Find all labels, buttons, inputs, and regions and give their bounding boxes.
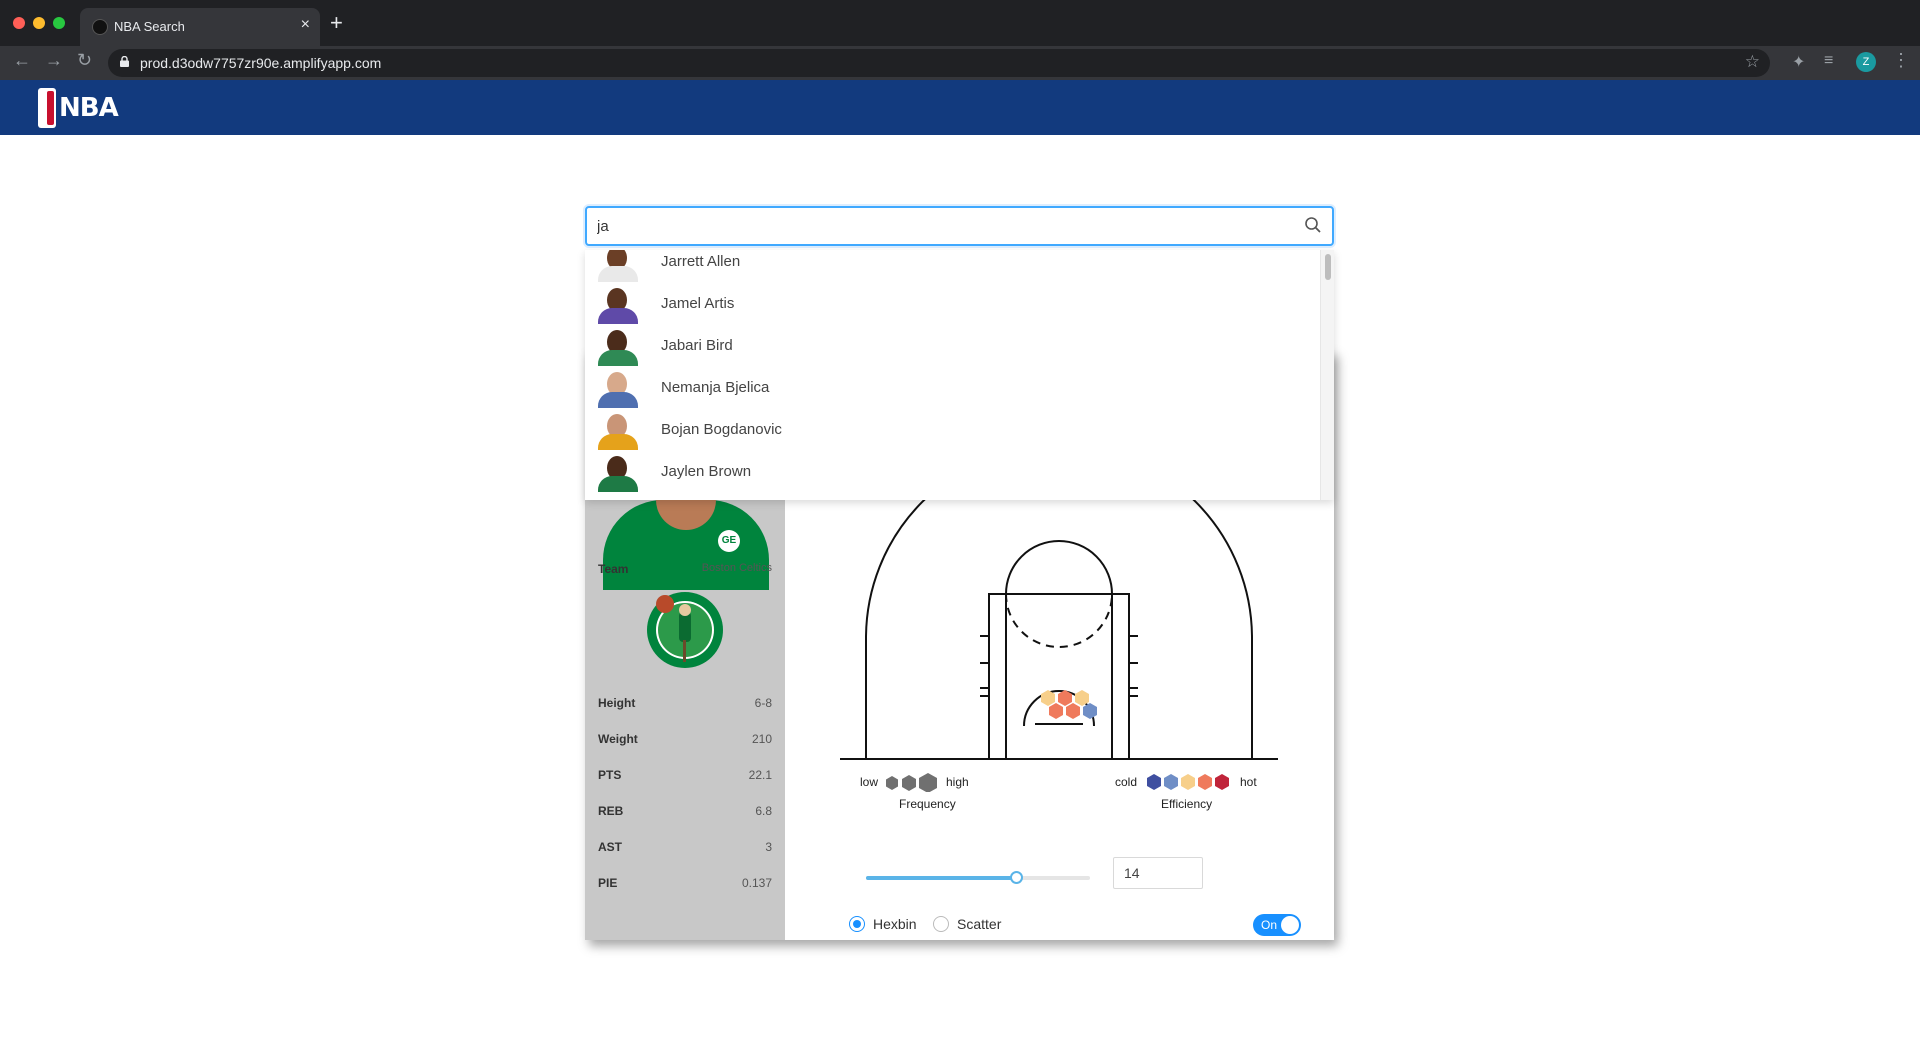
suggestion-item[interactable]: Jabari Bird — [585, 328, 1320, 370]
display-toggle[interactable]: On — [1253, 914, 1301, 936]
jersey-patch-icon: GE — [718, 530, 740, 552]
lock-icon — [120, 56, 129, 67]
search-input[interactable] — [597, 216, 1277, 236]
stat-label: REB — [598, 804, 624, 818]
frequency-low-label: low — [860, 775, 879, 789]
profile-avatar[interactable]: Z — [1856, 52, 1876, 72]
efficiency-legend-hexes — [1147, 774, 1229, 790]
toggle-label: On — [1261, 918, 1278, 932]
media-control-icon[interactable]: ≡ — [1824, 52, 1833, 70]
player-avatar — [597, 250, 639, 282]
celtics-logo-icon — [647, 592, 723, 668]
hexbin-cell — [1049, 703, 1063, 719]
stat-row: Weight 210 — [598, 732, 772, 750]
frequency-high-label: high — [946, 775, 969, 789]
maximize-window-button[interactable] — [53, 17, 65, 29]
team-value: Boston Celtics — [701, 562, 772, 574]
browser-toolbar: ← → ↻ prod.d3odw7757zr90e.amplifyapp.com… — [0, 46, 1920, 80]
player-avatar — [597, 370, 639, 408]
reload-icon[interactable]: ↻ — [77, 50, 92, 71]
dropdown-scrollbar[interactable] — [1320, 250, 1334, 500]
stat-label: Weight — [598, 732, 638, 746]
slider-track-fill — [866, 876, 1017, 880]
team-row: Team Boston Celtics — [598, 562, 772, 580]
suggestion-item[interactable]: Jamel Artis — [585, 286, 1320, 328]
slider-handle[interactable] — [1010, 871, 1024, 884]
stat-row: PIE 0.137 — [598, 876, 772, 894]
team-label: Team — [598, 562, 629, 576]
toggle-knob — [1281, 916, 1299, 934]
bookmark-star-icon[interactable]: ☆ — [1745, 52, 1760, 72]
nba-logo-text: NBA — [59, 93, 119, 123]
browser-tab[interactable]: NBA Search × — [80, 8, 320, 46]
stat-row: AST 3 — [598, 840, 772, 858]
stat-row: Height 6-8 — [598, 696, 772, 714]
nba-logo-mark — [38, 88, 56, 128]
browser-titlebar: NBA Search × + — [0, 0, 1920, 46]
player-search-box[interactable] — [585, 206, 1334, 246]
player-avatar — [597, 286, 639, 324]
back-icon[interactable]: ← — [13, 50, 31, 71]
stat-row: REB 6.8 — [598, 804, 772, 822]
url-text: prod.d3odw7757zr90e.amplifyapp.com — [140, 55, 382, 71]
minimize-window-button[interactable] — [33, 17, 45, 29]
scrollbar-thumb[interactable] — [1325, 254, 1331, 280]
scatter-radio-label[interactable]: Scatter — [957, 916, 1001, 932]
suggestion-name: Jabari Bird — [661, 337, 733, 354]
suggestion-item[interactable]: Bojan Bogdanovic — [585, 412, 1320, 454]
suggestion-item[interactable]: Jaylen Brown — [585, 454, 1320, 496]
stat-label: PTS — [598, 768, 622, 782]
hexbin-cell — [1083, 703, 1097, 719]
app-header: NBA — [0, 80, 1920, 135]
player-avatar — [597, 412, 639, 450]
address-bar[interactable]: prod.d3odw7757zr90e.amplifyapp.com ☆ — [108, 49, 1770, 77]
stat-value: 6.8 — [755, 804, 772, 818]
hexbin-radio-label[interactable]: Hexbin — [873, 916, 917, 932]
frequency-legend-hexes — [886, 773, 937, 792]
search-suggestions-dropdown: Jarrett Allen Jamel Artis Jabari Bird Ne… — [585, 250, 1334, 500]
extensions-icon[interactable]: ✦ — [1792, 52, 1805, 72]
bin-size-slider[interactable] — [866, 871, 1090, 884]
suggestion-name: Jaylen Brown — [661, 463, 752, 480]
nba-logo[interactable]: NBA — [38, 88, 119, 128]
efficiency-hot-label: hot — [1240, 775, 1257, 789]
suggestion-name: Jamel Artis — [661, 295, 735, 312]
suggestion-name: Bojan Bogdanovic — [661, 421, 782, 438]
suggestion-name: Jarrett Allen — [661, 253, 741, 270]
player-avatar — [597, 454, 639, 492]
tab-title: NBA Search — [114, 19, 185, 34]
stat-label: Height — [598, 696, 636, 710]
search-icon[interactable] — [1304, 216, 1322, 234]
efficiency-cold-label: cold — [1115, 775, 1138, 789]
frequency-title: Frequency — [899, 797, 956, 811]
stat-value: 22.1 — [748, 768, 772, 782]
suggestion-item[interactable]: Jarrett Allen — [585, 250, 1320, 286]
hexbin-radio[interactable] — [849, 916, 865, 932]
bin-size-input[interactable]: 14 — [1113, 857, 1203, 889]
close-window-button[interactable] — [13, 17, 25, 29]
suggestion-item[interactable]: Nemanja Bjelica — [585, 370, 1320, 412]
stat-value: 0.137 — [741, 876, 772, 890]
efficiency-title: Efficiency — [1161, 797, 1213, 811]
scatter-radio[interactable] — [933, 916, 949, 932]
stat-value: 210 — [751, 732, 772, 746]
tab-close-icon[interactable]: × — [301, 16, 310, 34]
stat-label: PIE — [598, 876, 618, 890]
stat-row: PTS 22.1 — [598, 768, 772, 786]
stat-label: AST — [598, 840, 622, 854]
suggestion-name: Nemanja Bjelica — [661, 379, 770, 396]
hexbin-cell — [1066, 703, 1080, 719]
player-avatar — [597, 328, 639, 366]
tab-favicon-icon — [92, 19, 108, 35]
stat-value: 3 — [765, 840, 772, 854]
stat-value: 6-8 — [754, 696, 772, 710]
forward-icon[interactable]: → — [45, 50, 63, 71]
new-tab-button[interactable]: + — [330, 12, 343, 34]
hexbin-shots — [1041, 690, 1097, 719]
browser-menu-icon[interactable]: ⋮ — [1892, 50, 1910, 71]
